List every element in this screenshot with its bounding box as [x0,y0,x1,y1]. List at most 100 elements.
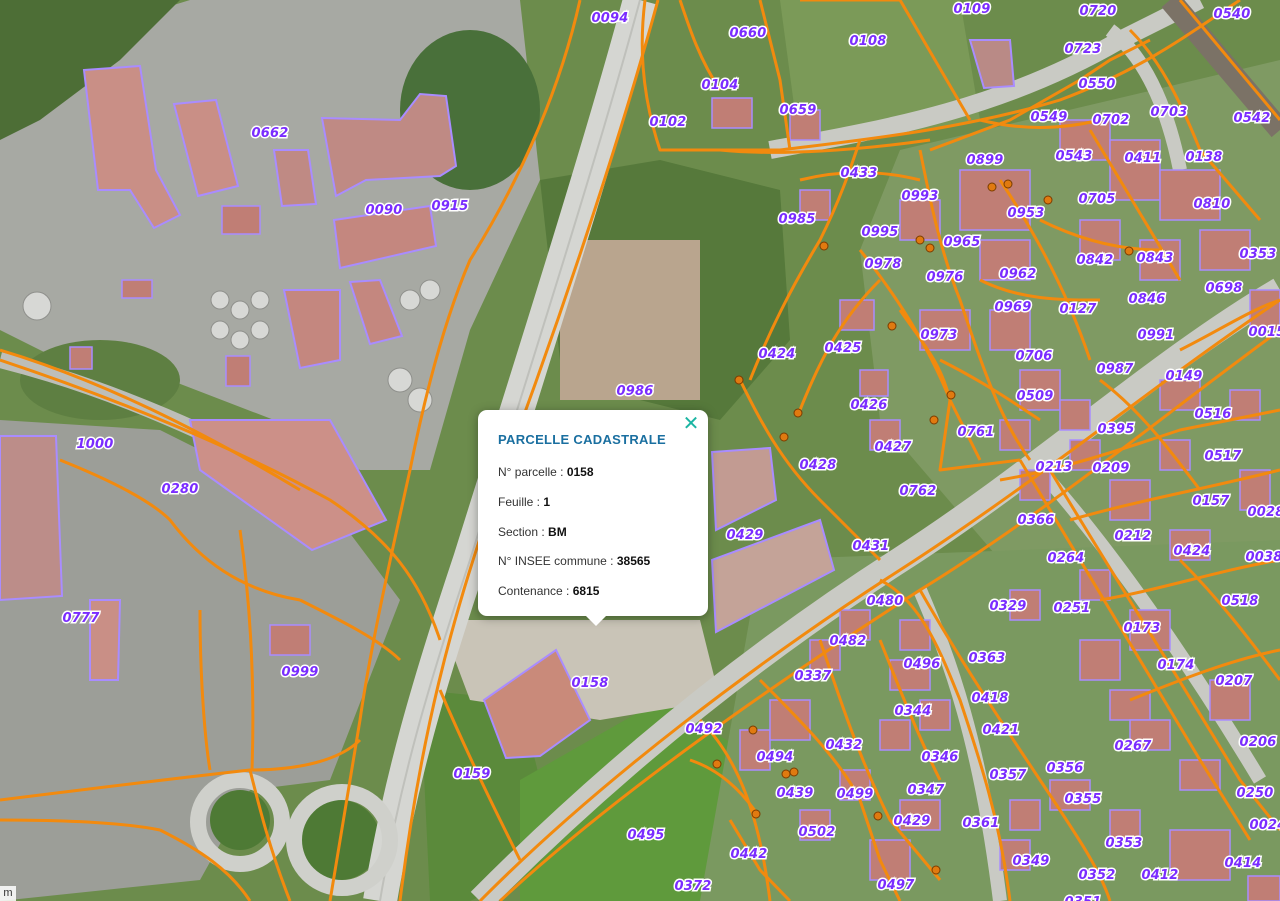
parcel-label[interactable]: 0976 [925,269,965,287]
parcel-label[interactable]: 0329 [988,598,1028,616]
parcel-label[interactable]: 0102 [648,114,688,132]
parcel-label[interactable]: 0703 [1149,104,1189,122]
parcel-label[interactable]: 0250 [1235,785,1275,803]
parcel-label[interactable]: 0987 [1095,361,1136,379]
parcel-label[interactable]: 0999 [280,664,320,682]
parcel-label[interactable]: 0518 [1220,593,1260,611]
parcel-label[interactable]: 0424 [1172,543,1212,561]
parcel-label[interactable]: 0090 [364,202,404,220]
parcel-label[interactable]: 0985 [777,211,817,229]
parcel-label[interactable]: 0494 [755,749,795,767]
parcel-label[interactable]: 0762 [898,483,938,501]
parcel-label[interactable]: 0094 [590,10,630,28]
parcel-label[interactable]: 0109 [952,1,992,19]
parcel-label[interactable]: 0442 [729,846,769,864]
parcel-label[interactable]: 0353 [1104,835,1144,853]
parcel-label[interactable]: 0705 [1077,191,1117,209]
parcel-label[interactable]: 0159 [452,766,492,784]
parcel-label[interactable]: 0363 [967,650,1007,668]
parcel-label[interactable]: 0846 [1127,291,1167,309]
parcel-label[interactable]: 0108 [848,33,888,51]
parcel-label[interactable]: 0174 [1156,657,1196,675]
parcel-label[interactable]: 0962 [998,266,1038,284]
parcel-label[interactable]: 0356 [1045,760,1085,778]
parcel-label[interactable]: 1000 [75,436,115,454]
parcel-label[interactable]: 0496 [902,656,942,674]
parcel-label[interactable]: 0439 [775,785,815,803]
parcel-label[interactable]: 0173 [1122,620,1162,638]
parcel-label[interactable]: 0104 [700,77,740,95]
parcel-label[interactable]: 0428 [798,457,838,475]
parcel-label[interactable]: 0549 [1029,109,1069,127]
parcel-label[interactable]: 0969 [993,299,1033,317]
parcel-label[interactable]: 0659 [778,102,818,120]
parcel-label[interactable]: 0251 [1052,600,1092,618]
parcel-label[interactable]: 0346 [920,749,960,767]
parcel-label[interactable]: 0761 [956,424,996,442]
parcel-label[interactable]: 0212 [1113,528,1153,546]
parcel-label[interactable]: 0337 [793,668,834,686]
parcel-label[interactable]: 0361 [961,815,1001,833]
parcel-label[interactable]: 0157 [1191,493,1232,511]
parcel-label[interactable]: 0516 [1193,406,1233,424]
parcel-label[interactable]: 0038 [1244,549,1280,567]
parcel-label[interactable]: 0480 [865,593,905,611]
parcel-label[interactable]: 0777 [61,610,102,628]
parcel-label[interactable]: 0427 [873,439,914,457]
parcel-label[interactable]: 0973 [919,327,959,345]
parcel-label[interactable]: 0720 [1078,3,1118,21]
map-view[interactable]: 0094 0660 0108 0109 0720 0540 0662 0104 0102 0659… [0,0,1280,901]
parcel-label[interactable]: 0432 [824,737,864,755]
parcel-label[interactable]: 0426 [849,397,889,415]
close-icon[interactable]: ✕ [682,414,700,434]
parcel-label[interactable]: 0509 [1015,388,1055,406]
parcel-label[interactable]: 0492 [684,721,724,739]
parcel-label[interactable]: 0433 [839,165,879,183]
parcel-label[interactable]: 0915 [430,198,470,216]
parcel-label[interactable]: 0347 [906,782,947,800]
parcel-label[interactable]: 0127 [1058,301,1099,319]
parcel-label[interactable]: 0660 [728,25,768,43]
parcel-label[interactable]: 0344 [893,703,933,721]
parcel-label[interactable]: 0357 [988,767,1029,785]
parcel-label[interactable]: 0412 [1140,867,1180,885]
parcel-label[interactable]: 0138 [1184,149,1224,167]
parcel-label[interactable]: 0499 [835,786,875,804]
parcel-label[interactable]: 0706 [1014,348,1054,366]
parcel-label[interactable]: 0986 [615,383,655,401]
parcel-label[interactable]: 0209 [1091,460,1131,478]
parcel-label[interactable]: 0429 [892,813,932,831]
parcel-label[interactable]: 0015 [1247,324,1280,342]
parcel-label[interactable]: 0429 [725,527,765,545]
parcel-label[interactable]: 0418 [970,690,1010,708]
parcel-label[interactable]: 0540 [1212,6,1252,24]
parcel-label[interactable]: 0842 [1075,252,1115,270]
parcel-label[interactable]: 0899 [965,152,1005,170]
parcel-label[interactable]: 0395 [1096,421,1136,439]
parcel-label[interactable]: 0353 [1238,246,1278,264]
parcel-label[interactable]: 0843 [1135,250,1175,268]
parcel-label[interactable]: 0207 [1214,673,1255,691]
parcel-label[interactable]: 0149 [1164,368,1204,386]
parcel-label[interactable]: 0995 [860,224,900,242]
parcel-label[interactable]: 0280 [160,481,200,499]
parcel-label[interactable]: 0352 [1077,867,1117,885]
parcel-label[interactable]: 0264 [1046,550,1086,568]
parcel-label[interactable]: 0206 [1238,734,1278,752]
parcel-label[interactable]: 0723 [1063,41,1103,59]
parcel-label[interactable]: 0425 [823,340,863,358]
parcel-label[interactable]: 0495 [626,827,666,845]
parcel-label[interactable]: 0431 [851,538,891,556]
parcel-label[interactable]: 0355 [1063,791,1103,809]
parcel-label[interactable]: 0158 [570,675,610,693]
parcel-label[interactable]: 0542 [1232,110,1272,128]
parcel-label[interactable]: 0424 [757,346,797,364]
parcel-label[interactable]: 0698 [1204,280,1244,298]
parcel-label[interactable]: 0411 [1123,150,1163,168]
parcel-label[interactable]: 0024 [1248,817,1280,835]
parcel-label[interactable]: 0372 [673,878,713,896]
parcel-label[interactable]: 0349 [1011,853,1051,871]
parcel-label[interactable]: 0993 [900,188,940,206]
parcel-label[interactable]: 0028 [1246,504,1280,522]
parcel-label[interactable]: 0482 [828,633,868,651]
